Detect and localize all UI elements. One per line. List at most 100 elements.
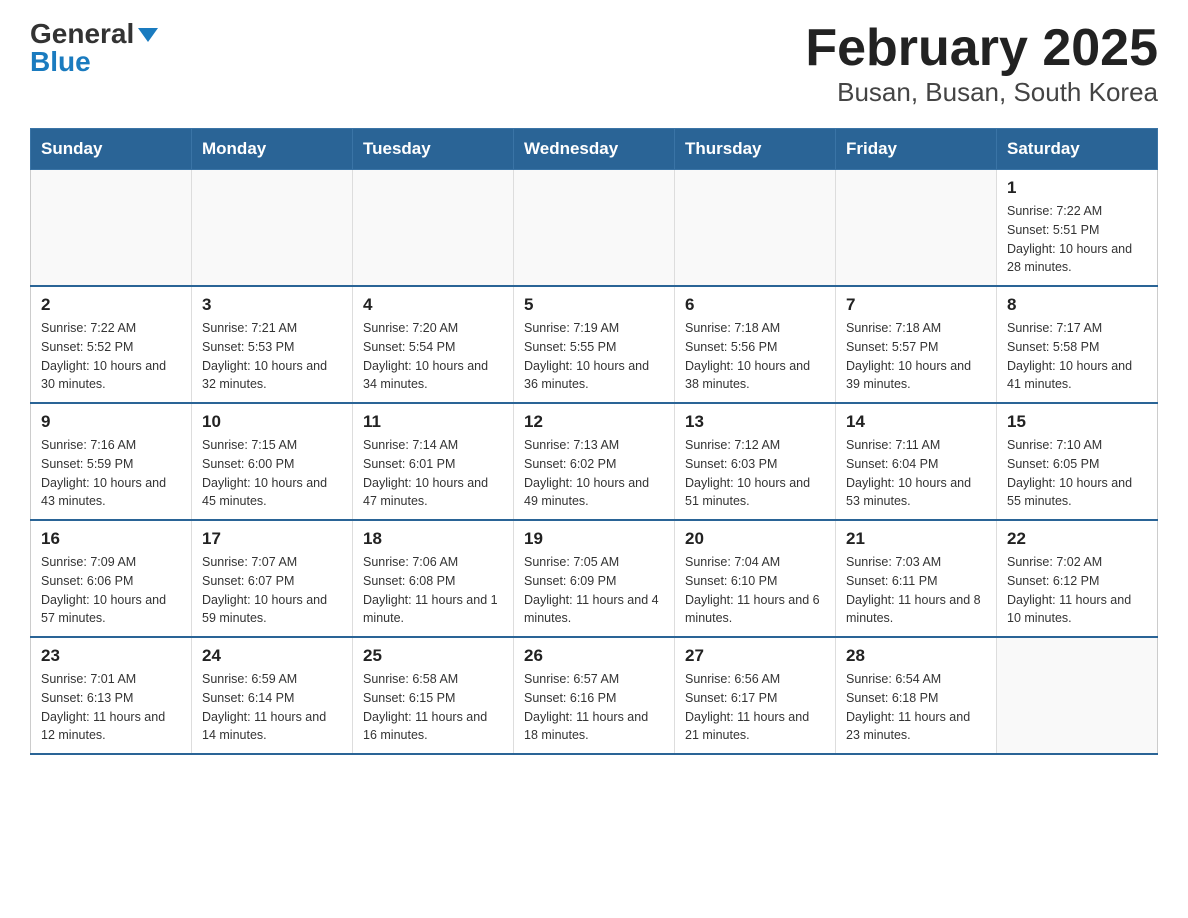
page-header: General Blue February 2025 Busan, Busan,…	[30, 20, 1158, 108]
logo-text: General	[30, 20, 158, 48]
logo-triangle-icon	[138, 28, 158, 42]
day-number: 23	[41, 646, 181, 666]
day-number: 2	[41, 295, 181, 315]
day-number: 24	[202, 646, 342, 666]
day-number: 5	[524, 295, 664, 315]
day-info: Sunrise: 7:21 AM Sunset: 5:53 PM Dayligh…	[202, 319, 342, 394]
calendar-cell: 16 Sunrise: 7:09 AM Sunset: 6:06 PM Dayli…	[31, 520, 192, 637]
calendar-week-row: 1Sunrise: 7:22 AM Sunset: 5:51 PM Daylig…	[31, 170, 1158, 287]
day-number: 13	[685, 412, 825, 432]
day-number: 6	[685, 295, 825, 315]
day-info: Sunrise: 7:18 AM Sunset: 5:56 PM Dayligh…	[685, 319, 825, 394]
calendar-cell: 5 Sunrise: 7:19 AM Sunset: 5:55 PM Daylig…	[514, 286, 675, 403]
day-number: 20	[685, 529, 825, 549]
calendar-cell: 25 Sunrise: 6:58 AM Sunset: 6:15 PM Dayli…	[353, 637, 514, 754]
calendar-cell: 26 Sunrise: 6:57 AM Sunset: 6:16 PM Dayli…	[514, 637, 675, 754]
calendar-week-row: 23 Sunrise: 7:01 AM Sunset: 6:13 PM Dayli…	[31, 637, 1158, 754]
calendar-cell: 21Sunrise: 7:03 AM Sunset: 6:11 PM Dayli…	[836, 520, 997, 637]
calendar-cell: 13 Sunrise: 7:12 AM Sunset: 6:03 PM Dayli…	[675, 403, 836, 520]
calendar-cell: 28Sunrise: 6:54 AM Sunset: 6:18 PM Dayli…	[836, 637, 997, 754]
logo-general: General	[30, 18, 134, 49]
day-info: Sunrise: 6:59 AM Sunset: 6:14 PM Dayligh…	[202, 670, 342, 745]
day-number: 1	[1007, 178, 1147, 198]
day-info: Sunrise: 7:14 AM Sunset: 6:01 PM Dayligh…	[363, 436, 503, 511]
day-number: 3	[202, 295, 342, 315]
calendar-cell: 2 Sunrise: 7:22 AM Sunset: 5:52 PM Daylig…	[31, 286, 192, 403]
calendar-cell: 6 Sunrise: 7:18 AM Sunset: 5:56 PM Daylig…	[675, 286, 836, 403]
calendar-body: 1Sunrise: 7:22 AM Sunset: 5:51 PM Daylig…	[31, 170, 1158, 755]
calendar-cell: 1Sunrise: 7:22 AM Sunset: 5:51 PM Daylig…	[997, 170, 1158, 287]
day-number: 9	[41, 412, 181, 432]
day-info: Sunrise: 7:09 AM Sunset: 6:06 PM Dayligh…	[41, 553, 181, 628]
days-of-week-row: SundayMondayTuesdayWednesdayThursdayFrid…	[31, 129, 1158, 170]
day-info: Sunrise: 7:04 AM Sunset: 6:10 PM Dayligh…	[685, 553, 825, 628]
day-of-week-header: Thursday	[675, 129, 836, 170]
day-number: 27	[685, 646, 825, 666]
calendar-cell: 23 Sunrise: 7:01 AM Sunset: 6:13 PM Dayli…	[31, 637, 192, 754]
day-info: Sunrise: 7:02 AM Sunset: 6:12 PM Dayligh…	[1007, 553, 1147, 628]
day-number: 8	[1007, 295, 1147, 315]
day-info: Sunrise: 7:07 AM Sunset: 6:07 PM Dayligh…	[202, 553, 342, 628]
day-number: 7	[846, 295, 986, 315]
day-info: Sunrise: 7:13 AM Sunset: 6:02 PM Dayligh…	[524, 436, 664, 511]
day-of-week-header: Tuesday	[353, 129, 514, 170]
calendar-cell: 17 Sunrise: 7:07 AM Sunset: 6:07 PM Dayli…	[192, 520, 353, 637]
calendar-cell	[836, 170, 997, 287]
day-info: Sunrise: 7:11 AM Sunset: 6:04 PM Dayligh…	[846, 436, 986, 511]
day-info: Sunrise: 7:10 AM Sunset: 6:05 PM Dayligh…	[1007, 436, 1147, 511]
day-of-week-header: Wednesday	[514, 129, 675, 170]
logo-blue: Blue	[30, 48, 91, 76]
calendar-cell: 8 Sunrise: 7:17 AM Sunset: 5:58 PM Daylig…	[997, 286, 1158, 403]
day-info: Sunrise: 7:19 AM Sunset: 5:55 PM Dayligh…	[524, 319, 664, 394]
day-info: Sunrise: 7:01 AM Sunset: 6:13 PM Dayligh…	[41, 670, 181, 745]
day-number: 14	[846, 412, 986, 432]
calendar-cell: 12 Sunrise: 7:13 AM Sunset: 6:02 PM Dayli…	[514, 403, 675, 520]
day-number: 19	[524, 529, 664, 549]
day-number: 4	[363, 295, 503, 315]
calendar-week-row: 9 Sunrise: 7:16 AM Sunset: 5:59 PM Daylig…	[31, 403, 1158, 520]
day-number: 28	[846, 646, 986, 666]
calendar-cell: 9 Sunrise: 7:16 AM Sunset: 5:59 PM Daylig…	[31, 403, 192, 520]
day-number: 17	[202, 529, 342, 549]
calendar-cell	[353, 170, 514, 287]
day-of-week-header: Saturday	[997, 129, 1158, 170]
calendar-cell: 15 Sunrise: 7:10 AM Sunset: 6:05 PM Dayli…	[997, 403, 1158, 520]
calendar-week-row: 2 Sunrise: 7:22 AM Sunset: 5:52 PM Daylig…	[31, 286, 1158, 403]
day-number: 15	[1007, 412, 1147, 432]
calendar-header: SundayMondayTuesdayWednesdayThursdayFrid…	[31, 129, 1158, 170]
calendar-table: SundayMondayTuesdayWednesdayThursdayFrid…	[30, 128, 1158, 755]
day-info: Sunrise: 7:15 AM Sunset: 6:00 PM Dayligh…	[202, 436, 342, 511]
page-subtitle: Busan, Busan, South Korea	[805, 77, 1158, 108]
calendar-cell: 10Sunrise: 7:15 AM Sunset: 6:00 PM Dayli…	[192, 403, 353, 520]
day-info: Sunrise: 7:05 AM Sunset: 6:09 PM Dayligh…	[524, 553, 664, 628]
day-of-week-header: Monday	[192, 129, 353, 170]
page-title: February 2025	[805, 20, 1158, 77]
calendar-cell	[31, 170, 192, 287]
calendar-cell: 18Sunrise: 7:06 AM Sunset: 6:08 PM Dayli…	[353, 520, 514, 637]
day-number: 18	[363, 529, 503, 549]
day-number: 22	[1007, 529, 1147, 549]
day-info: Sunrise: 7:16 AM Sunset: 5:59 PM Dayligh…	[41, 436, 181, 511]
day-of-week-header: Friday	[836, 129, 997, 170]
day-info: Sunrise: 7:18 AM Sunset: 5:57 PM Dayligh…	[846, 319, 986, 394]
calendar-cell: 11 Sunrise: 7:14 AM Sunset: 6:01 PM Dayli…	[353, 403, 514, 520]
day-number: 16	[41, 529, 181, 549]
title-block: February 2025 Busan, Busan, South Korea	[805, 20, 1158, 108]
calendar-cell: 19 Sunrise: 7:05 AM Sunset: 6:09 PM Dayli…	[514, 520, 675, 637]
day-info: Sunrise: 6:57 AM Sunset: 6:16 PM Dayligh…	[524, 670, 664, 745]
day-number: 21	[846, 529, 986, 549]
day-number: 25	[363, 646, 503, 666]
day-number: 26	[524, 646, 664, 666]
day-info: Sunrise: 6:58 AM Sunset: 6:15 PM Dayligh…	[363, 670, 503, 745]
calendar-week-row: 16 Sunrise: 7:09 AM Sunset: 6:06 PM Dayli…	[31, 520, 1158, 637]
day-info: Sunrise: 7:17 AM Sunset: 5:58 PM Dayligh…	[1007, 319, 1147, 394]
day-info: Sunrise: 7:12 AM Sunset: 6:03 PM Dayligh…	[685, 436, 825, 511]
calendar-cell: 3 Sunrise: 7:21 AM Sunset: 5:53 PM Daylig…	[192, 286, 353, 403]
day-number: 11	[363, 412, 503, 432]
calendar-cell: 27 Sunrise: 6:56 AM Sunset: 6:17 PM Dayli…	[675, 637, 836, 754]
day-info: Sunrise: 6:56 AM Sunset: 6:17 PM Dayligh…	[685, 670, 825, 745]
calendar-cell	[192, 170, 353, 287]
day-number: 12	[524, 412, 664, 432]
calendar-cell	[514, 170, 675, 287]
day-info: Sunrise: 7:22 AM Sunset: 5:52 PM Dayligh…	[41, 319, 181, 394]
